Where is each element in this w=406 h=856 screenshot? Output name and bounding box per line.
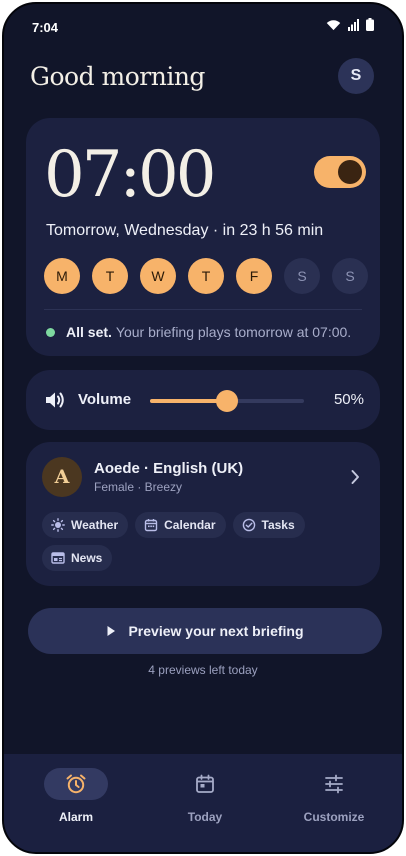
briefing-topics: Weather Calendar Tasks News — [42, 512, 342, 571]
chip-weather[interactable]: Weather — [42, 512, 129, 538]
greeting-title: Good morning — [30, 62, 205, 91]
voice-title: Aoede · English (UK) — [94, 460, 244, 477]
status-icons — [326, 18, 374, 31]
newspaper-icon — [51, 552, 65, 564]
chevron-right-icon — [351, 470, 359, 484]
status-dot — [46, 327, 55, 337]
preview-button-label: Preview your next briefing — [128, 623, 304, 639]
status-message: Your briefing plays tomorrow at 07:00. — [115, 324, 352, 340]
chip-label: Tasks — [261, 518, 295, 532]
nav-customize-label: Customize — [303, 810, 365, 824]
divider — [44, 309, 362, 310]
volume-card: Volume 50% — [26, 370, 380, 430]
voice-card[interactable]: A Aoede · English (UK) Female · Breezy W… — [26, 442, 380, 586]
nav-customize[interactable]: Customize — [274, 768, 394, 824]
user-avatar[interactable]: S — [338, 58, 374, 94]
volume-slider[interactable] — [150, 390, 304, 412]
nav-active-indicator — [44, 768, 108, 800]
battery-icon — [366, 18, 374, 31]
sun-icon — [51, 518, 65, 532]
voice-subtitle: Female · Breezy — [94, 480, 183, 494]
nav-today[interactable]: Today — [145, 768, 265, 824]
day-toggle-saturday[interactable]: S — [284, 258, 320, 294]
check-circle-icon — [242, 518, 255, 532]
volume-icon — [46, 392, 64, 408]
chip-calendar[interactable]: Calendar — [135, 512, 226, 538]
nav-icon-holder — [302, 768, 366, 800]
day-toggle-monday[interactable]: M — [44, 258, 80, 294]
nav-icon-holder — [173, 768, 237, 800]
day-toggle-thursday[interactable]: T — [188, 258, 224, 294]
status-bar: 7:04 — [4, 4, 402, 48]
alarm-card: 07:00 Tomorrow, Wednesday · in 23 h 56 m… — [26, 118, 380, 356]
volume-label: Volume — [78, 391, 132, 408]
day-toggle-sunday[interactable]: S — [332, 258, 368, 294]
phone-screen: 7:04 Good morning S 07:00 Tomorrow, Wedn… — [2, 2, 404, 854]
chip-label: Calendar — [164, 518, 216, 532]
volume-value: 50% — [333, 391, 364, 408]
status-bold-label: All set. — [66, 324, 112, 340]
calendar-today-icon — [196, 774, 214, 793]
nav-today-label: Today — [187, 810, 223, 824]
volume-slider-thumb[interactable] — [216, 390, 238, 412]
day-toggle-friday[interactable]: F — [236, 258, 272, 294]
status-time: 7:04 — [32, 20, 59, 35]
chip-tasks[interactable]: Tasks — [232, 512, 305, 538]
play-icon — [107, 626, 116, 636]
alarm-toggle[interactable] — [314, 156, 366, 188]
cellular-signal-icon — [348, 18, 359, 31]
wifi-icon — [326, 19, 341, 30]
toggle-knob — [338, 160, 362, 184]
alarm-next-occurrence: Tomorrow, Wednesday · in 23 h 56 min — [46, 222, 324, 239]
repeat-days: M T W T F S S — [44, 258, 368, 294]
alarm-time[interactable]: 07:00 — [44, 132, 216, 218]
day-toggle-tuesday[interactable]: T — [92, 258, 128, 294]
bottom-navigation: Alarm Today Customize — [4, 754, 402, 852]
nav-alarm-label: Alarm — [58, 810, 93, 824]
calendar-icon — [144, 519, 158, 532]
chip-label: News — [71, 551, 103, 565]
nav-alarm[interactable]: Alarm — [16, 768, 136, 824]
day-toggle-wednesday[interactable]: W — [140, 258, 176, 294]
alarm-status: All set. Your briefing plays tomorrow at… — [46, 324, 351, 340]
tune-sliders-icon — [325, 774, 343, 794]
alarm-clock-icon — [66, 774, 86, 794]
chip-label: Weather — [71, 518, 119, 532]
previews-remaining: 4 previews left today — [148, 663, 258, 677]
voice-avatar: A — [42, 457, 82, 497]
preview-briefing-button[interactable]: Preview your next briefing — [28, 608, 382, 654]
chip-news[interactable]: News — [42, 545, 113, 571]
